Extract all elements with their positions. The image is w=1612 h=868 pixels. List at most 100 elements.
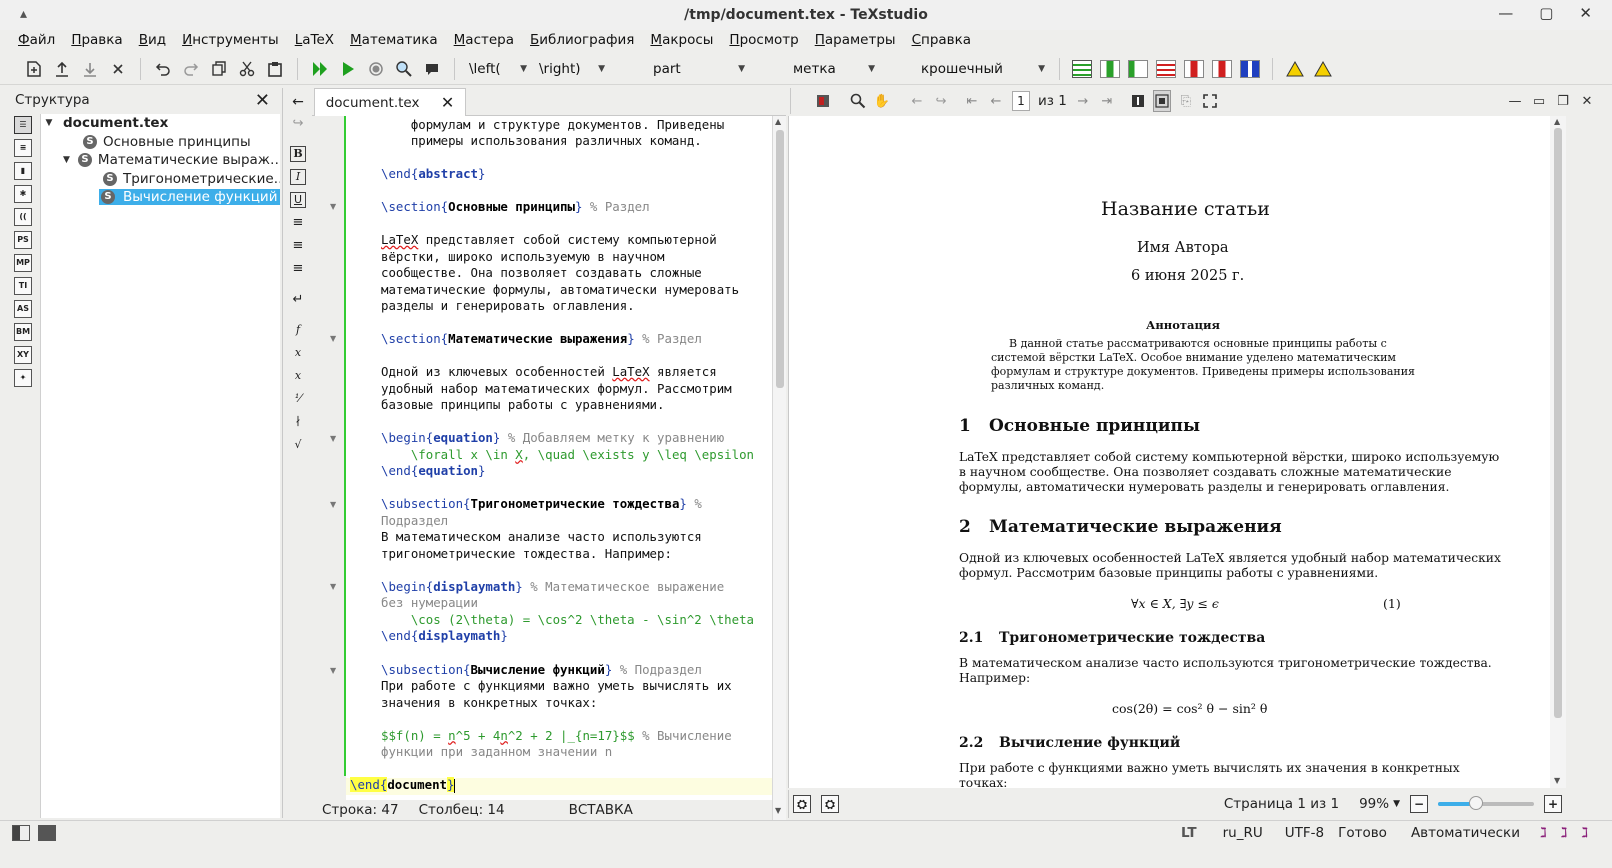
zoom-out-icon[interactable]: − bbox=[1410, 795, 1428, 813]
pdf-fit-icon[interactable] bbox=[1152, 90, 1171, 112]
font-size-combo[interactable]: крошечный ▼ bbox=[881, 58, 1051, 80]
pdf-window-icon[interactable]: ❐ bbox=[1554, 90, 1572, 112]
zoom-slider-handle[interactable] bbox=[1469, 796, 1484, 810]
fraction-icon[interactable]: ⅟ bbox=[290, 392, 306, 408]
align-columns-icon[interactable] bbox=[1240, 59, 1260, 78]
menu-bibliography[interactable]: Библиография bbox=[530, 32, 634, 48]
pdf-fullscreen-icon[interactable] bbox=[1201, 90, 1219, 112]
structure-view-icon[interactable]: ☰ bbox=[14, 116, 32, 134]
scroll-down-icon[interactable]: ▼ bbox=[1554, 776, 1560, 785]
menu-latex[interactable]: LaTeX bbox=[295, 32, 334, 48]
language-indicator[interactable]: ru_RU bbox=[1223, 825, 1263, 841]
scroll-up-icon[interactable]: ▲ bbox=[1554, 117, 1560, 126]
menu-wizards[interactable]: Мастера bbox=[454, 32, 514, 48]
zoom-in-icon[interactable]: + bbox=[1544, 795, 1562, 813]
right-delimiter-combo[interactable]: \right) ▼ bbox=[533, 58, 611, 80]
pdf-page[interactable]: Название статьи Имя Автора 6 июня 2025 г… bbox=[788, 116, 1550, 788]
sectioning-combo[interactable]: part ▼ bbox=[611, 58, 751, 80]
pdf-sync-lock-icon[interactable]: ⛭ bbox=[821, 795, 839, 813]
pdf-document-icon[interactable] bbox=[814, 90, 832, 112]
scroll-up-icon[interactable]: ▲ bbox=[775, 117, 781, 126]
open-file-icon[interactable] bbox=[51, 58, 73, 80]
bookmarks-icon[interactable]: ▮ bbox=[14, 162, 32, 180]
symbols-icon[interactable]: ✱ bbox=[14, 185, 32, 203]
tree-item-document[interactable]: ▼ document.tex bbox=[41, 114, 280, 133]
beamer-icon[interactable]: BM bbox=[14, 323, 32, 341]
zoom-slider[interactable] bbox=[1438, 796, 1534, 810]
pdf-close-icon[interactable]: ✕ bbox=[1578, 90, 1596, 112]
pdf-page-input[interactable]: 1 bbox=[1012, 91, 1030, 111]
fold-icon[interactable]: ▼ bbox=[330, 500, 336, 509]
compile-icon[interactable] bbox=[337, 58, 359, 80]
toc-icon[interactable]: ≡ bbox=[14, 139, 32, 157]
asymptote-icon[interactable]: AS bbox=[14, 300, 32, 318]
warning-icon[interactable] bbox=[1284, 58, 1306, 80]
tree-item-subsection-selected[interactable]: S Вычисление функций bbox=[41, 188, 280, 207]
paste-icon[interactable] bbox=[264, 58, 286, 80]
bold-icon[interactable]: B bbox=[290, 146, 306, 162]
remove-row-icon[interactable] bbox=[1156, 59, 1176, 78]
menu-view[interactable]: Вид bbox=[139, 32, 166, 48]
scrollbar-thumb[interactable] bbox=[1554, 128, 1562, 718]
function-icon[interactable]: f bbox=[290, 323, 306, 339]
close-structure-icon[interactable]: ✕ bbox=[255, 90, 270, 111]
save-file-icon[interactable] bbox=[79, 58, 101, 80]
stop-icon[interactable] bbox=[365, 58, 387, 80]
left-delimiter-combo[interactable]: \left(▼ bbox=[463, 58, 533, 80]
add-column-icon[interactable] bbox=[1100, 59, 1120, 78]
pdf-single-page-icon[interactable] bbox=[1129, 90, 1147, 112]
fold-icon[interactable]: ▼ bbox=[330, 666, 336, 675]
pdf-prev-page-icon[interactable]: ← bbox=[987, 90, 1005, 112]
left-right-icon[interactable]: (( bbox=[14, 208, 32, 226]
build-view-icon[interactable] bbox=[309, 58, 331, 80]
scroll-down-icon[interactable]: ▼ bbox=[775, 806, 781, 815]
fold-icon[interactable]: ▼ bbox=[330, 582, 336, 591]
fold-icon[interactable]: ▼ bbox=[330, 434, 336, 443]
view-log-icon[interactable] bbox=[421, 58, 443, 80]
xymatrix-icon[interactable]: XY bbox=[14, 346, 32, 364]
pdf-minimize-icon[interactable]: — bbox=[1506, 90, 1524, 112]
copy-icon[interactable] bbox=[208, 58, 230, 80]
pdf-forward-icon[interactable]: ↪ bbox=[932, 90, 950, 112]
expand-toggle-icon[interactable]: ▼ bbox=[63, 155, 70, 165]
metapost-icon[interactable]: MP bbox=[14, 254, 32, 272]
pdf-scrollbar[interactable]: ▲ ▼ bbox=[1550, 116, 1566, 788]
insert-column-icon[interactable] bbox=[1128, 59, 1148, 78]
maximize-icon[interactable]: ▢ bbox=[1539, 4, 1553, 22]
tikz-icon[interactable]: TI bbox=[14, 277, 32, 295]
subscript-icon[interactable]: x bbox=[290, 346, 306, 362]
error-icon[interactable] bbox=[1312, 58, 1334, 80]
tree-item-section[interactable]: S Основные принципы bbox=[41, 133, 280, 152]
dfrac-icon[interactable]: ∤ bbox=[290, 415, 306, 431]
code-editor[interactable]: формулам и структуре документов. Приведе… bbox=[346, 116, 772, 800]
latex-status-icon[interactable]: ℷ bbox=[1561, 825, 1568, 841]
sqrt-icon[interactable]: √ bbox=[290, 438, 306, 454]
toggle-messages-icon[interactable] bbox=[38, 824, 56, 841]
menu-math[interactable]: Математика bbox=[350, 32, 438, 48]
pdf-zoom-icon[interactable] bbox=[849, 90, 867, 112]
back-arrow-icon[interactable]: ← bbox=[290, 94, 306, 110]
auto-status[interactable]: Автоматически bbox=[1411, 825, 1520, 841]
toggle-structure-icon[interactable] bbox=[12, 824, 30, 841]
redo-icon[interactable] bbox=[180, 58, 202, 80]
menu-edit[interactable]: Правка bbox=[71, 32, 122, 48]
undo-icon[interactable] bbox=[152, 58, 174, 80]
menu-options[interactable]: Параметры bbox=[815, 32, 896, 48]
pdf-embed-icon[interactable]: ▭ bbox=[1530, 90, 1548, 112]
menu-preview[interactable]: Просмотр bbox=[729, 32, 798, 48]
newline-icon[interactable]: ↵ bbox=[290, 292, 306, 308]
scrollbar-thumb[interactable] bbox=[776, 130, 784, 388]
align-center-icon[interactable]: ≡ bbox=[290, 238, 306, 254]
add-row-icon[interactable] bbox=[1072, 59, 1092, 78]
pdf-zoom-value[interactable]: 99% bbox=[1359, 796, 1389, 812]
align-right-icon[interactable]: ≡ bbox=[290, 261, 306, 277]
pdf-first-page-icon[interactable]: ⇤ bbox=[963, 90, 981, 112]
close-icon[interactable]: ✕ bbox=[1579, 4, 1592, 22]
forward-arrow-icon[interactable]: ↪ bbox=[290, 116, 306, 132]
view-pdf-icon[interactable] bbox=[393, 58, 415, 80]
tree-item-subsection[interactable]: S Тригонометрические… bbox=[41, 170, 280, 189]
pdf-next-page-icon[interactable]: → bbox=[1074, 90, 1092, 112]
cut-icon[interactable] bbox=[236, 58, 258, 80]
fold-icon[interactable]: ▼ bbox=[330, 202, 336, 211]
menu-file[interactable]: Файл bbox=[18, 32, 55, 48]
